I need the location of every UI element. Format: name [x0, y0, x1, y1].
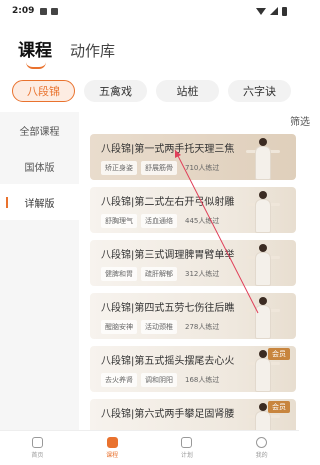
vip-badge: 会员	[268, 348, 290, 360]
instructor-image	[246, 138, 280, 180]
practice-count: 445人练过	[185, 217, 220, 225]
course-card[interactable]: 八段锦|第二式左右开弓似射雕 舒胸理气 活血通络 445人练过	[90, 187, 296, 233]
chip-baduanjin[interactable]: 八段锦	[12, 80, 75, 102]
nav-me[interactable]: 我的	[256, 437, 268, 459]
nav-courses-label: 课程	[106, 452, 119, 459]
course-tag: 调和阴阳	[141, 373, 177, 387]
nav-home-label: 首页	[31, 452, 44, 459]
chip-liuzijue[interactable]: 六字诀	[228, 80, 291, 102]
nav-plan[interactable]: 计划	[181, 437, 193, 459]
course-title: 八段锦|第三式调理脾胃臂单举	[101, 250, 235, 261]
course-title: 八段锦|第四式五劳七伤往后瞧	[101, 303, 235, 314]
course-tag: 醒脑安神	[101, 320, 137, 334]
practice-count: 278人练过	[185, 323, 220, 331]
figure-body	[255, 305, 271, 339]
figure-head	[259, 350, 267, 358]
practice-count: 710人练过	[185, 164, 220, 172]
vip-badge: 会员	[268, 401, 290, 413]
course-tag: 活血通络	[141, 214, 177, 228]
status-time: 2:09	[12, 6, 35, 16]
bottom-nav: 首页 课程 计划 我的	[0, 430, 299, 465]
figure-body	[255, 146, 271, 180]
course-tags: 舒胸理气 活血通络 445人练过	[101, 214, 223, 228]
course-tag: 健脾和胃	[101, 267, 137, 281]
sidebar-item-all[interactable]: 全部课程	[0, 112, 79, 148]
nav-courses[interactable]: 课程	[106, 437, 118, 459]
figure-head	[259, 191, 267, 199]
practice-count: 312人练过	[185, 270, 220, 278]
instructor-image	[246, 297, 280, 339]
sidebar: 全部课程 国体版 详解版	[0, 112, 79, 430]
course-tag: 矫正身姿	[101, 161, 137, 175]
calendar-icon	[181, 437, 193, 448]
course-title: 八段锦|第六式两手攀足固肾腰	[101, 409, 235, 420]
course-tag: 疏肝解郁	[141, 267, 177, 281]
figure-body	[255, 199, 271, 233]
courses-icon	[106, 437, 118, 448]
course-card[interactable]: 八段锦|第四式五劳七伤往后瞧 醒脑安神 活动颈椎 278人练过	[90, 293, 296, 339]
course-tags: 健脾和胃 疏肝解郁 312人练过	[101, 267, 223, 281]
course-card[interactable]: 八段锦|第一式两手托天理三焦 矫正身姿 舒展筋骨 710人练过	[90, 134, 296, 180]
course-card[interactable]: 八段锦|第五式摇头摆尾去心火 去火养肾 调和阴阳 168人练过 会员	[90, 346, 296, 392]
status-right	[256, 6, 287, 16]
course-tag: 舒胸理气	[101, 214, 137, 228]
practice-count: 168人练过	[185, 376, 220, 384]
nav-plan-label: 计划	[180, 452, 193, 459]
course-card[interactable]: 八段锦|第三式调理脾胃臂单举 健脾和胃 疏肝解郁 312人练过	[90, 240, 296, 286]
figure-head	[259, 403, 267, 411]
battery-icon	[282, 6, 287, 16]
nav-home[interactable]: 首页	[31, 437, 43, 459]
home-icon	[31, 437, 43, 448]
course-tag: 活动颈椎	[141, 320, 177, 334]
course-tag: 舒展筋骨	[141, 161, 177, 175]
signal-icon	[270, 7, 278, 15]
chip-wuqinxi[interactable]: 五禽戏	[84, 80, 147, 102]
figure-body	[255, 252, 271, 286]
instructor-image	[246, 244, 280, 286]
figure-head	[259, 138, 267, 146]
course-title: 八段锦|第二式左右开弓似射雕	[101, 197, 235, 208]
course-title: 八段锦|第一式两手托天理三焦	[101, 144, 235, 155]
notification-icon-2	[51, 7, 59, 15]
tab-action-library[interactable]: 动作库	[70, 40, 115, 61]
course-tag: 去火养肾	[101, 373, 137, 387]
tab-courses[interactable]: 课程	[18, 36, 52, 69]
status-bar: 2:09	[0, 0, 299, 22]
nav-me-label: 我的	[255, 452, 268, 459]
figure-head	[259, 297, 267, 305]
profile-icon	[256, 437, 268, 448]
figure-head	[259, 244, 267, 252]
instructor-image	[246, 191, 280, 233]
notification-icon	[40, 7, 48, 15]
wifi-icon	[256, 7, 266, 15]
course-list: 八段锦|第一式两手托天理三焦 矫正身姿 舒展筋骨 710人练过八段锦|第二式左右开弓似…	[90, 134, 296, 452]
category-chips: 八段锦 五禽戏 站桩 六字诀	[12, 80, 291, 102]
course-tags: 矫正身姿 舒展筋骨 710人练过	[101, 161, 223, 175]
filter-button[interactable]: 筛选	[290, 113, 310, 128]
course-tags: 去火养肾 调和阴阳 168人练过	[101, 373, 223, 387]
course-tags: 醒脑安神 活动颈椎 278人练过	[101, 320, 223, 334]
figure-body	[255, 358, 271, 392]
top-tabs: 课程 动作库	[18, 36, 115, 69]
chip-zhanzhuang[interactable]: 站桩	[156, 80, 219, 102]
sidebar-item-detailed[interactable]: 详解版	[0, 184, 79, 220]
sidebar-item-national[interactable]: 国体版	[0, 148, 79, 184]
course-title: 八段锦|第五式摇头摆尾去心火	[101, 356, 235, 367]
